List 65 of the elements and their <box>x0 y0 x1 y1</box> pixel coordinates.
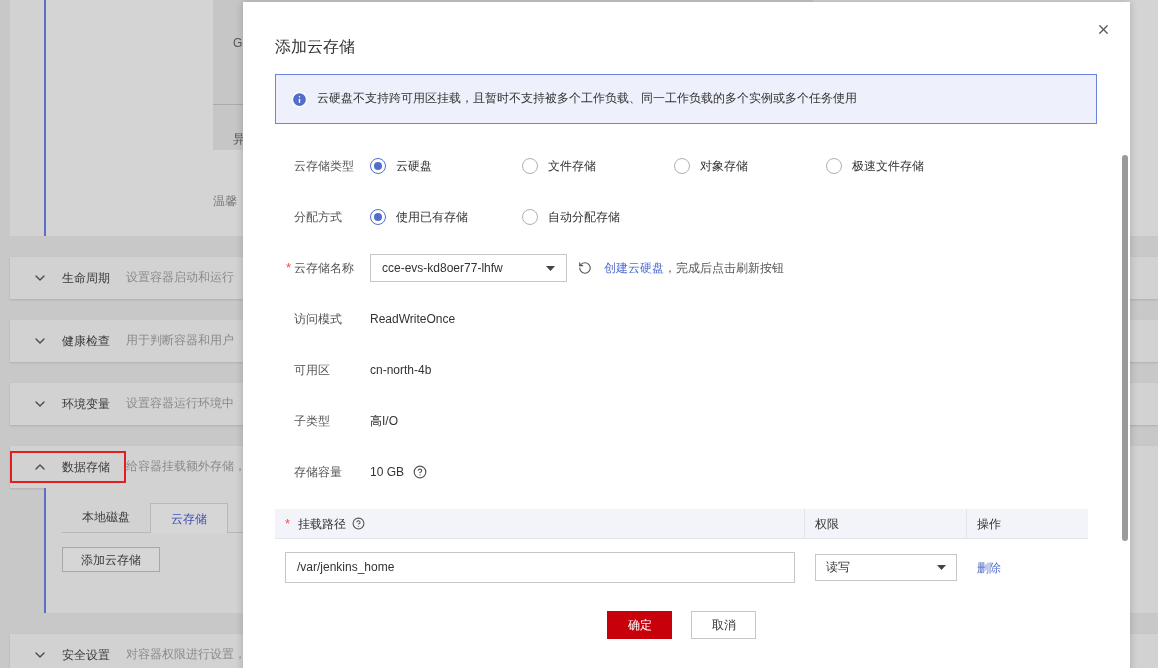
tab[interactable]: 云存储 <box>150 503 228 533</box>
section-toggle[interactable]: 健康检查 <box>10 325 126 357</box>
radio-label: 对象存储 <box>700 158 748 175</box>
section-toggle[interactable]: 数据存储 <box>10 451 126 483</box>
field-label: 存储容量 <box>294 464 343 481</box>
section-toggle[interactable]: 安全设置 <box>10 639 126 668</box>
tab[interactable]: 本地磁盘 <box>62 502 150 532</box>
section-title: 数据存储 <box>62 459 110 476</box>
radio-label: 使用已有存储 <box>396 209 468 226</box>
help-icon[interactable] <box>413 465 428 479</box>
section-title: 安全设置 <box>62 647 110 664</box>
info-icon <box>291 90 308 108</box>
radio-button[interactable] <box>370 209 386 225</box>
section-title: 健康检查 <box>62 333 110 350</box>
close-icon[interactable] <box>1096 22 1111 37</box>
create-disk-link[interactable]: 创建云硬盘 <box>604 259 664 277</box>
dialog-title: 添加云存储 <box>275 37 356 57</box>
radio-label: 云硬盘 <box>396 158 432 175</box>
radio-button[interactable] <box>826 158 842 174</box>
column-label: 权限 <box>815 515 839 533</box>
section-description: 对容器权限进行设置， <box>126 647 246 663</box>
column-label: 操作 <box>977 515 1001 533</box>
radio-label: 自动分配存储 <box>548 209 620 226</box>
radio-button[interactable] <box>522 158 538 174</box>
confirm-button[interactable]: 确定 <box>607 611 672 639</box>
section-description: 设置容器启动和运行 <box>126 270 234 286</box>
field-value: cn-north-4b <box>370 362 432 379</box>
cancel-button[interactable]: 取消 <box>691 611 756 639</box>
field-value: 10 GB <box>370 464 405 481</box>
section-description: 设置容器运行环境中 <box>126 396 234 412</box>
permission-select[interactable]: 读写 <box>815 553 957 581</box>
notice-text: 云硬盘不支持跨可用区挂载，且暂时不支持被多个工作负载、同一工作负载的多个实例或多个任务使用 <box>317 91 857 107</box>
add-cloud-storage-button[interactable]: 添加云存储 <box>62 547 160 572</box>
section-toggle[interactable]: 环境变量 <box>10 388 126 420</box>
radio-label: 文件存储 <box>548 158 596 175</box>
mount-path-field[interactable]: /var/jenkins_home <box>285 551 795 583</box>
help-icon[interactable] <box>352 517 366 530</box>
hint-text: ，完成后点击刷新按钮 <box>664 260 784 277</box>
field-value: ReadWriteOnce <box>370 311 456 328</box>
caret-icon <box>546 265 555 271</box>
field-label: 云存储名称 <box>294 260 355 277</box>
field-label: 可用区 <box>294 362 331 379</box>
section-description: 给容器挂载额外存储， <box>126 459 246 475</box>
tip-text: 温馨 <box>213 193 238 210</box>
field-label: 云存储类型 <box>294 158 355 175</box>
refresh-icon[interactable] <box>578 261 592 275</box>
section-title: 环境变量 <box>62 396 110 413</box>
required-mark: * <box>285 514 291 533</box>
field-label: 子类型 <box>294 413 331 430</box>
required-mark: * <box>285 259 291 278</box>
radio-label: 极速文件存储 <box>852 158 924 175</box>
column-label: 挂载路径 <box>298 515 347 533</box>
table-cell-text: G <box>233 35 243 52</box>
radio-button[interactable] <box>522 209 538 225</box>
section-description: 用于判断容器和用户 <box>126 333 234 349</box>
section-title: 生命周期 <box>62 270 110 287</box>
radio-button[interactable] <box>370 158 386 174</box>
caret-icon <box>937 564 946 570</box>
field-label: 分配方式 <box>294 209 343 226</box>
field-label: 访问模式 <box>294 311 343 328</box>
delete-link[interactable]: 删除 <box>977 561 1001 575</box>
storage-select[interactable]: cce-evs-kd8oer77-lhfw <box>370 254 567 282</box>
field-value: 高I/O <box>370 413 398 430</box>
radio-button[interactable] <box>674 158 690 174</box>
section-toggle[interactable]: 生命周期 <box>10 262 126 294</box>
